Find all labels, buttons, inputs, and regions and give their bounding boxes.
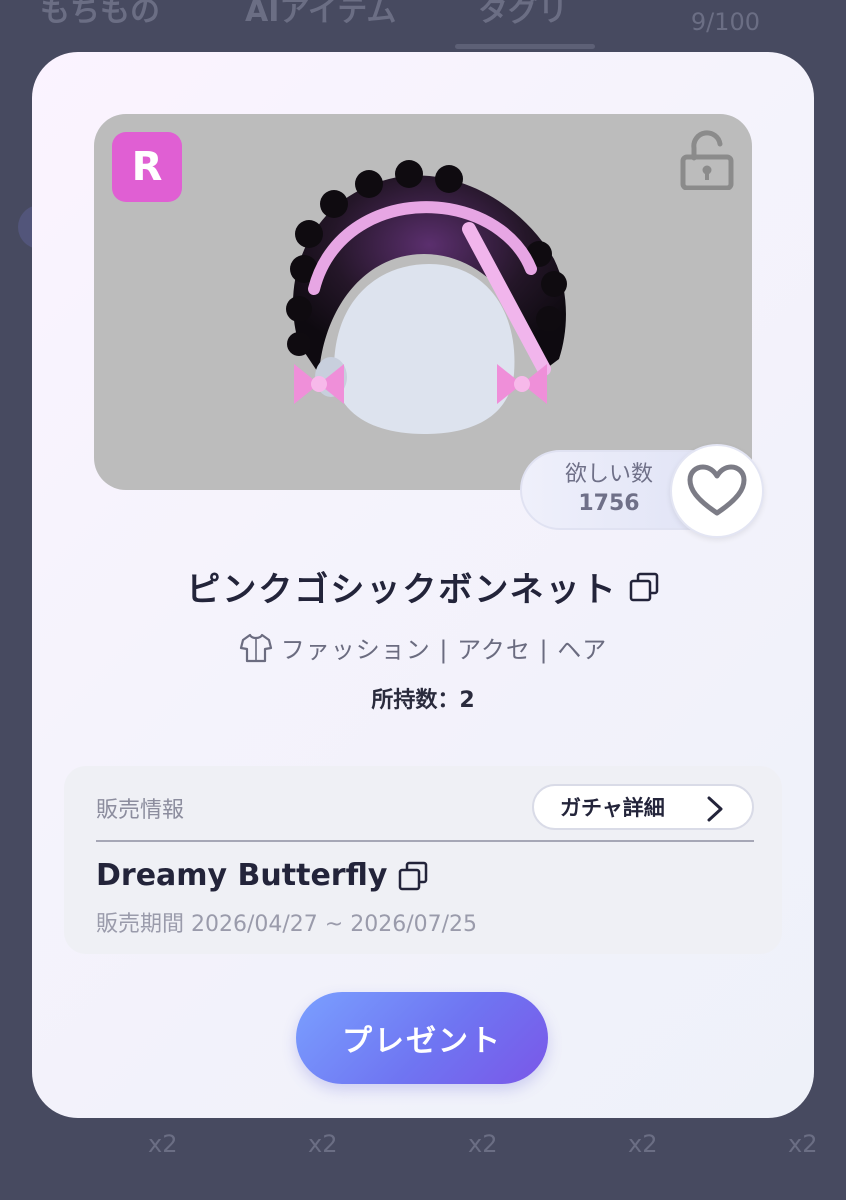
- sales-info-label: 販売情報: [96, 798, 185, 823]
- sales-period: 販売期間 2026/04/27 ~ 2026/07/25: [96, 912, 478, 937]
- item-count: 9/100: [690, 8, 760, 36]
- divider: [96, 840, 754, 842]
- background-tab-bar: もちもの AIアイテム タグリ 9/100: [0, 0, 846, 60]
- shirt-icon: [239, 633, 272, 662]
- sales-info-panel: 販売情報 ガチャ詳細 Dreamy Butterfly 販売期間 2026/04…: [64, 766, 782, 954]
- hair-item-illustration: [286, 160, 567, 434]
- item-qty: x2: [148, 1130, 178, 1158]
- background-item-counts: x2 x2 x2 x2 x2: [0, 1130, 846, 1170]
- item-title-row: ピンクゴシックボンネット: [32, 562, 814, 611]
- present-button-label: プレゼント: [342, 1024, 502, 1059]
- active-tab-underline: [455, 44, 595, 49]
- wishlist-label: 欲しい数: [564, 462, 653, 487]
- item-preview: R: [94, 114, 752, 490]
- item-category-row: ファッション | アクセ | ヘア: [32, 630, 814, 665]
- heart-icon: [687, 464, 747, 516]
- wishlist-number: 1756: [578, 491, 640, 516]
- rarity-badge: R: [112, 132, 182, 202]
- gacha-name: Dreamy Butterfly: [96, 858, 388, 893]
- copy-icon[interactable]: [628, 571, 660, 603]
- gacha-name-row: Dreamy Butterfly: [96, 858, 429, 893]
- lock-icon[interactable]: [680, 130, 734, 190]
- gacha-detail-button[interactable]: ガチャ詳細: [532, 784, 754, 830]
- copy-icon[interactable]: [397, 860, 429, 892]
- gacha-detail-label: ガチャ詳細: [560, 796, 665, 820]
- owned-count: 所持数：2: [371, 688, 475, 713]
- item-qty: x2: [788, 1130, 818, 1158]
- tab-third: タグリ: [478, 0, 568, 29]
- item-qty: x2: [468, 1130, 498, 1158]
- item-name: ピンクゴシックボンネット: [186, 570, 618, 610]
- wishlist-button[interactable]: [670, 444, 764, 538]
- tab-ai-items: AIアイテム: [245, 0, 397, 29]
- item-qty: x2: [308, 1130, 338, 1158]
- tab-mochimono: もちもの: [40, 0, 160, 29]
- item-detail-modal: R 欲しい数 1756 ピンクゴシックボンネット ファッション | アクセ | …: [32, 52, 814, 1118]
- present-button[interactable]: プレゼント: [296, 992, 548, 1084]
- item-qty: x2: [628, 1130, 658, 1158]
- item-category: ファッション | アクセ | ヘア: [280, 636, 608, 664]
- owned-count-row: 所持数：2: [32, 682, 814, 714]
- chevron-right-icon: [707, 796, 723, 822]
